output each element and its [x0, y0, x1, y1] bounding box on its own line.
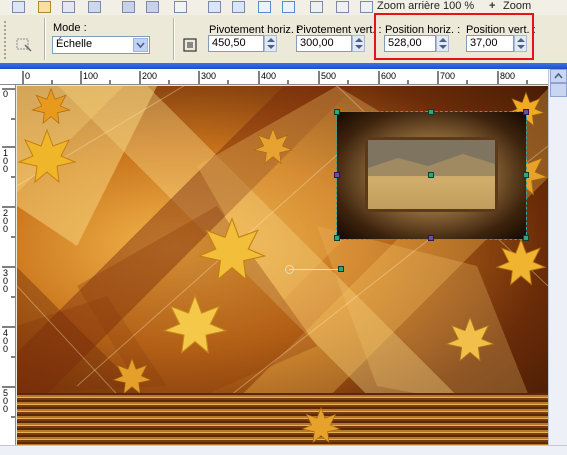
rotation-pivot-handle[interactable]: [285, 265, 294, 274]
ruler-label: 4 0 0: [3, 328, 9, 354]
mode-select[interactable]: Échelle: [52, 36, 150, 54]
undo-icon[interactable]: [258, 1, 271, 13]
new-file-icon[interactable]: [12, 1, 25, 13]
duplicate-icon[interactable]: [310, 1, 323, 13]
vertical-scrollbar[interactable]: [548, 69, 567, 445]
maple-leaf-icon: [112, 357, 152, 395]
browse-icon[interactable]: [62, 1, 75, 13]
maple-leaf-icon: [445, 316, 495, 362]
ruler-label: 500: [321, 71, 337, 81]
horizontal-scrollbar[interactable]: [0, 445, 567, 455]
layers-icon[interactable]: [360, 1, 373, 13]
zoom-out-label[interactable]: Zoom arrière 100 %: [377, 0, 474, 12]
scroll-thumb[interactable]: [550, 83, 567, 97]
rotation-handle[interactable]: [338, 266, 344, 272]
ruler-label: 3 0 0: [3, 268, 9, 294]
resize-handle-bottom-right[interactable]: [523, 235, 529, 241]
resize-handle-bottom[interactable]: [428, 235, 434, 241]
separator: [173, 18, 175, 60]
pivot-vertical-spinner[interactable]: [352, 35, 365, 52]
maple-leaf-icon: [162, 293, 228, 354]
pivot-icon[interactable]: [182, 37, 198, 53]
redo-icon[interactable]: [282, 1, 295, 13]
resize-handle-top-left[interactable]: [334, 109, 340, 115]
ruler-label: 1 0 0: [3, 148, 9, 174]
resize-handle-bottom-left[interactable]: [334, 235, 340, 241]
paste-icon[interactable]: [232, 1, 245, 13]
ruler-label: 700: [440, 71, 456, 81]
save-as-icon[interactable]: [146, 1, 159, 13]
ruler-label: 600: [381, 71, 397, 81]
save-icon[interactable]: [122, 1, 135, 13]
ruler-label: 2 0 0: [3, 208, 9, 234]
layer-center-handle[interactable]: [428, 172, 434, 178]
ruler-horizontal: 0 100 200 300 400 500 600 700 800: [0, 69, 548, 85]
maple-leaf-icon: [17, 128, 77, 184]
pivot-horizontal-spinner[interactable]: [264, 35, 277, 52]
maple-leaf-icon: [31, 87, 71, 125]
pivot-vertical-input[interactable]: 300,00: [296, 35, 352, 52]
ruler-label: 5 0 0: [3, 388, 9, 414]
maple-leaf-icon: [301, 406, 341, 444]
separator: [44, 18, 46, 60]
scan-icon[interactable]: [88, 1, 101, 13]
maple-leaf-icon: [495, 238, 547, 286]
ruler-label: 100: [83, 71, 99, 81]
resize-handle-left[interactable]: [334, 172, 340, 178]
ruler-label: 800: [500, 71, 516, 81]
ruler-vertical: 0 1 0 0 2 0 0 3 0 0 4 0 0 5 0 0: [0, 85, 16, 445]
reflective-floor: [17, 393, 548, 445]
print-icon[interactable]: [174, 1, 187, 13]
ruler-label: 400: [261, 71, 277, 81]
ruler-label: 200: [142, 71, 158, 81]
resize-handle-top[interactable]: [428, 109, 434, 115]
zoom-in-icon[interactable]: +: [489, 0, 495, 12]
scroll-up-button[interactable]: [550, 69, 567, 83]
open-folder-icon[interactable]: [38, 1, 51, 13]
ruler-label: 0: [25, 71, 31, 81]
history-icon[interactable]: [336, 1, 349, 13]
deform-tool-icon[interactable]: [15, 35, 33, 53]
zoom-in-label[interactable]: Zoom: [503, 0, 531, 12]
ruler-label: 0: [3, 89, 9, 99]
pivot-horizontal-input[interactable]: 450,50: [208, 35, 264, 52]
resize-handle-right[interactable]: [523, 172, 529, 178]
bar-grip[interactable]: [4, 21, 11, 59]
rotation-handle-line: [289, 269, 341, 270]
copy-icon[interactable]: [208, 1, 221, 13]
maple-leaf-icon: [253, 127, 293, 165]
ruler-label: 300: [201, 71, 217, 81]
mode-select-value: Échelle: [56, 38, 93, 50]
highlight-annotation: [374, 13, 534, 60]
mode-label: Mode :: [53, 22, 87, 34]
maple-leaf-icon: [197, 217, 267, 281]
resize-handle-top-right[interactable]: [523, 109, 529, 115]
chevron-down-icon[interactable]: [133, 38, 148, 52]
